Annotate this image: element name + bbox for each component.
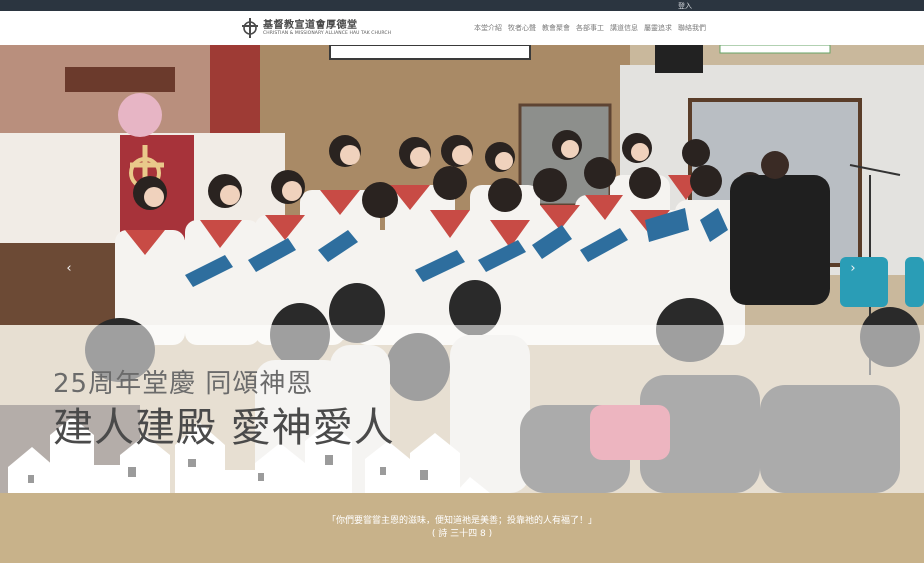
nav-item-ministries[interactable]: 各部事工 — [576, 23, 604, 33]
top-bar: 登入 — [0, 0, 924, 11]
nav-item-pastor[interactable]: 牧者心聲 — [508, 23, 536, 33]
logo-chinese-name: 基督教宣道會厚德堂 — [263, 19, 358, 31]
slider-prev-button[interactable]: ‹ — [62, 261, 76, 277]
nav-item-contact[interactable]: 聯絡我們 — [678, 23, 706, 33]
site-header: 基督教宣道會厚德堂 CHRISTIAN & MISSIONARY ALLIANC… — [0, 11, 924, 45]
chevron-right-icon: › — [850, 261, 856, 276]
church-logo[interactable]: 基督教宣道會厚德堂 CHRISTIAN & MISSIONARY ALLIANC… — [239, 17, 391, 39]
verse-reference: ( 詩 三十四 8 ) — [431, 529, 493, 539]
bible-verse: 「你們要嘗嘗主恩的滋味，便知道祂是美善；投靠祂的人有福了！」 — [326, 516, 597, 526]
nav-item-spiritual[interactable]: 屬靈追求 — [644, 23, 672, 33]
nav-item-meetings[interactable]: 教會聚會 — [542, 23, 570, 33]
slider-next-button[interactable]: › — [846, 261, 860, 277]
church-logo-icon — [242, 18, 258, 38]
hero-title: 建人建殿 愛神愛人 — [53, 405, 395, 451]
nav-item-sermons[interactable]: 講道信息 — [610, 23, 638, 33]
hero-slider[interactable]: ‹ › 25周年堂慶 同頌神恩 建人建殿 愛神愛人 — [0, 45, 924, 493]
logo-english-name: CHRISTIAN & MISSIONARY ALLIANCE HAU TAK … — [263, 30, 392, 36]
nav-item-about[interactable]: 本堂介紹 — [474, 23, 502, 33]
chevron-left-icon: ‹ — [66, 261, 72, 276]
login-link[interactable]: 登入 — [678, 1, 692, 11]
main-nav: 本堂介紹 牧者心聲 教會聚會 各部事工 講道信息 屬靈追求 聯絡我們 — [474, 23, 706, 33]
